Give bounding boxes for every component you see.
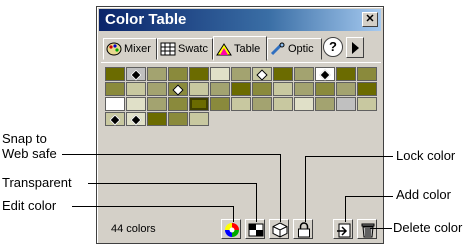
color-swatch[interactable]: [147, 67, 167, 81]
leader-add-v: [345, 196, 346, 222]
callout-delete-color: Delete color: [393, 220, 463, 235]
color-count: 44 colors: [111, 223, 156, 235]
color-swatch[interactable]: [126, 67, 146, 81]
leader-snap-h: [62, 154, 280, 155]
color-swatch[interactable]: [168, 112, 188, 126]
leader-edit-h: [72, 206, 234, 207]
color-swatch[interactable]: [357, 67, 377, 81]
help-button[interactable]: ?: [323, 37, 343, 57]
callout-snap-line2: Web safe: [2, 146, 57, 161]
lock-icon: [298, 222, 310, 238]
tab-mixer-label: Mixer: [124, 43, 151, 55]
table-icon: [216, 42, 232, 56]
options-icon: [270, 42, 286, 56]
panel-menu-arrow-button[interactable]: [346, 37, 364, 58]
color-swatch[interactable]: [357, 97, 377, 111]
color-swatch[interactable]: [252, 67, 272, 81]
color-swatch[interactable]: [315, 67, 335, 81]
lock-color-button[interactable]: [293, 219, 313, 239]
color-swatch[interactable]: [336, 67, 356, 81]
color-swatch[interactable]: [231, 97, 251, 111]
snap-web-safe-button[interactable]: [269, 219, 289, 239]
tab-swatches-label: Swatc: [178, 43, 208, 55]
callout-edit-color: Edit color: [2, 198, 57, 213]
callout-lock-color: Lock color: [396, 148, 456, 163]
color-swatch[interactable]: [210, 82, 230, 96]
swatches-icon: [160, 42, 176, 56]
color-swatch[interactable]: [126, 82, 146, 96]
tab-options-label: Optic: [288, 43, 314, 55]
cube-icon: [272, 222, 288, 238]
color-swatch[interactable]: [210, 67, 230, 81]
color-swatch[interactable]: [315, 97, 335, 111]
tab-options[interactable]: Optic: [267, 38, 322, 60]
color-swatch[interactable]: [294, 67, 314, 81]
callout-snap-line1: Snap to: [2, 131, 47, 146]
leader-edit-v: [233, 206, 234, 222]
callout-snap-web-safe: Snap to Web safe: [2, 131, 57, 161]
leader-add-h: [345, 196, 393, 197]
color-swatch[interactable]: [147, 82, 167, 96]
color-swatch[interactable]: [273, 67, 293, 81]
leader-lock-v: [305, 156, 306, 222]
mixer-icon: [106, 42, 122, 56]
leader-transparent-h: [88, 183, 256, 184]
edit-color-button[interactable]: [221, 219, 241, 239]
add-color-button[interactable]: [333, 219, 353, 239]
delete-color-button[interactable]: [357, 219, 377, 239]
tab-swatches[interactable]: Swatc: [157, 38, 213, 60]
transparent-button[interactable]: [245, 219, 265, 239]
color-swatch[interactable]: [189, 67, 209, 81]
trash-icon: [361, 223, 375, 238]
color-swatch[interactable]: [189, 112, 209, 126]
status-bar: 44 colors: [101, 216, 381, 242]
color-swatch[interactable]: [336, 97, 356, 111]
title-bar[interactable]: Color Table ✕: [99, 9, 381, 31]
tab-table[interactable]: Table: [213, 36, 267, 61]
color-swatch[interactable]: [273, 97, 293, 111]
add-icon: [337, 223, 351, 238]
color-swatch[interactable]: [315, 82, 335, 96]
color-swatch[interactable]: [231, 82, 251, 96]
color-table-panel: Color Table ✕ Mixer Swatc Table Optic ? …: [96, 6, 384, 244]
color-swatch[interactable]: [168, 82, 188, 96]
color-swatch[interactable]: [336, 82, 356, 96]
color-swatch[interactable]: [210, 97, 230, 111]
color-swatch[interactable]: [105, 112, 125, 126]
color-swatch[interactable]: [126, 97, 146, 111]
swatch-area: [101, 62, 381, 212]
color-wheel-icon: [225, 223, 239, 237]
color-swatch[interactable]: [189, 97, 209, 111]
color-swatch[interactable]: [231, 67, 251, 81]
color-swatch[interactable]: [294, 97, 314, 111]
color-swatch[interactable]: [273, 82, 293, 96]
color-swatch[interactable]: [189, 82, 209, 96]
color-swatch[interactable]: [252, 97, 272, 111]
color-swatch[interactable]: [147, 97, 167, 111]
callout-add-color: Add color: [396, 187, 451, 202]
leader-lock-h: [305, 156, 393, 157]
window-title: Color Table: [105, 11, 187, 28]
tab-mixer[interactable]: Mixer: [103, 38, 157, 60]
color-swatch[interactable]: [126, 112, 146, 126]
color-swatch[interactable]: [105, 97, 125, 111]
transparent-icon: [248, 223, 264, 237]
color-swatch[interactable]: [252, 82, 272, 96]
color-swatch[interactable]: [168, 67, 188, 81]
close-button[interactable]: ✕: [362, 12, 378, 27]
leader-delete-h: [370, 228, 392, 229]
leader-transparent-v: [256, 183, 257, 222]
color-swatch[interactable]: [357, 82, 377, 96]
tab-table-label: Table: [234, 42, 261, 55]
color-swatch[interactable]: [294, 82, 314, 96]
color-swatch[interactable]: [105, 82, 125, 96]
color-swatch[interactable]: [168, 97, 188, 111]
leader-snap-v: [280, 154, 281, 222]
color-swatch[interactable]: [147, 112, 167, 126]
color-swatch[interactable]: [105, 67, 125, 81]
tab-strip: Mixer Swatc Table Optic ?: [103, 36, 379, 62]
callout-transparent: Transparent: [2, 175, 72, 190]
